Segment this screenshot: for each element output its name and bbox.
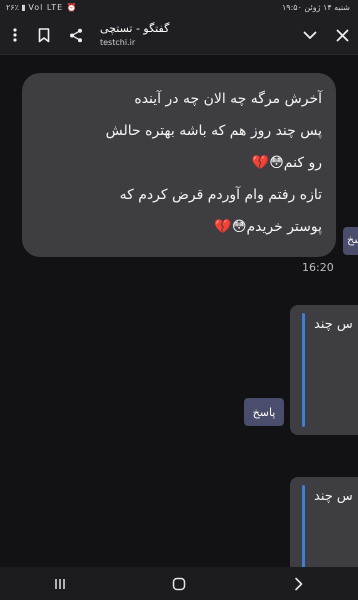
- quoted-reply-text: س چند: [314, 489, 353, 504]
- side-reply-tab-label: پاسخ: [347, 233, 358, 246]
- message-line: پوستر خریدم😳💔: [214, 219, 322, 235]
- reply-button-label: پاسخ: [252, 405, 276, 419]
- bookmark-icon[interactable]: [33, 24, 55, 46]
- page-title: گفتگو - تستچی: [100, 22, 170, 35]
- chevron-down-icon[interactable]: [299, 24, 321, 46]
- close-icon[interactable]: [331, 24, 353, 46]
- reply-button[interactable]: پاسخ: [244, 398, 284, 426]
- quoted-reply-text: س چند: [314, 317, 353, 332]
- quote-accent-bar: [302, 485, 305, 567]
- message-line: رو کنم😳💔: [251, 155, 322, 171]
- message-line: پس چند روز هم که باشه بهتره حالش: [105, 123, 322, 139]
- quoted-reply-card[interactable]: س چند: [290, 305, 358, 435]
- status-bar: ۲۶٪ ▮ Vol LTE ⏰ شنبه ۱۴ ژوئن ۱۹:۵۰: [0, 0, 358, 16]
- app-toolbar: گفتگو - تستچی testchi.ir: [0, 16, 358, 55]
- back-icon[interactable]: [268, 572, 328, 596]
- page-url: testchi.ir: [100, 38, 136, 47]
- vertical-dots-icon[interactable]: [4, 24, 26, 46]
- message-line: آخرش مرگه چه الان چه در آینده: [134, 91, 322, 107]
- message-time: 16:20: [302, 261, 334, 274]
- chat-area[interactable]: آخرش مرگه چه الان چه در آینده پس چند روز…: [0, 55, 358, 567]
- system-nav-bar: [0, 567, 358, 600]
- share-icon[interactable]: [65, 24, 87, 46]
- status-indicators: ۲۶٪ ▮ Vol LTE ⏰: [6, 3, 78, 12]
- quoted-reply-card[interactable]: س چند: [290, 477, 358, 567]
- status-time: شنبه ۱۴ ژوئن ۱۹:۵۰: [282, 3, 350, 12]
- message-line: تازه رفتم وام آوردم قرض کردم که: [119, 187, 322, 203]
- quote-accent-bar: [302, 313, 305, 427]
- message-bubble: آخرش مرگه چه الان چه در آینده پس چند روز…: [22, 73, 336, 257]
- recents-icon[interactable]: [30, 572, 90, 596]
- side-reply-tab[interactable]: پاسخ: [343, 227, 358, 255]
- home-icon[interactable]: [149, 572, 209, 596]
